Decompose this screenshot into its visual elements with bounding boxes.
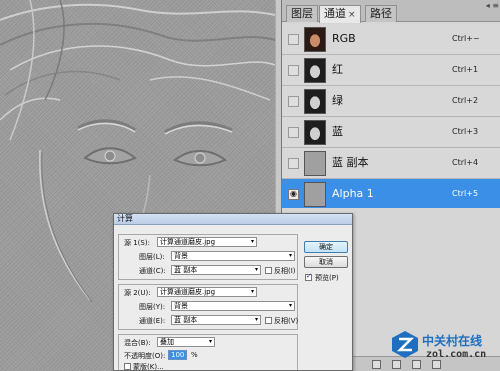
channel-thumbnail xyxy=(304,89,326,114)
preview-label: 预览(P) xyxy=(315,274,339,282)
tab-paths-label: 路径 xyxy=(370,7,392,20)
channel-thumbnail xyxy=(304,120,326,145)
chevron-down-icon: ▾ xyxy=(208,338,212,345)
visibility-toggle[interactable] xyxy=(288,96,299,107)
channel-name: 蓝 xyxy=(332,125,343,138)
source1-file: 计算通道磨皮.jpg xyxy=(160,238,216,246)
channel-name: Alpha 1 xyxy=(332,187,374,200)
source1-select[interactable]: 计算通道磨皮.jpg ▾ xyxy=(157,237,257,247)
source1-layer-label: 图层(L): xyxy=(139,253,165,261)
channel-shortcut: Ctrl+4 xyxy=(452,158,479,167)
source1-layer-select[interactable]: 背景 ▾ xyxy=(171,251,295,261)
source1-invert-checkbox[interactable] xyxy=(265,267,272,274)
channel-name: 绿 xyxy=(332,94,343,107)
visibility-toggle[interactable] xyxy=(288,65,299,76)
blending-select[interactable]: 叠加 ▾ xyxy=(157,337,215,347)
zol-watermark: 中关村在线 zol.com.cn xyxy=(390,327,495,367)
tab-layers-label: 图层 xyxy=(291,7,313,20)
source2-layer-label: 图层(Y): xyxy=(139,303,166,311)
channel-thumbnail xyxy=(304,58,326,83)
panel-tabs: 图层 通道 × 路径 ◂ ≡ xyxy=(282,0,500,23)
channel-shortcut: Ctrl+5 xyxy=(452,189,479,198)
visibility-toggle[interactable]: ◉ xyxy=(288,189,299,200)
panel-menu-icon[interactable]: ◂ ≡ xyxy=(486,1,499,10)
channel-row-blue[interactable]: 蓝 Ctrl+3 xyxy=(282,117,500,148)
blending-label: 混合(B): xyxy=(124,339,151,347)
source2-invert-checkbox[interactable] xyxy=(265,317,272,324)
channel-row-blue-copy[interactable]: 蓝 副本 Ctrl+4 xyxy=(282,148,500,179)
source2-file: 计算通道磨皮.jpg xyxy=(160,288,216,296)
source1-invert-label: 反相(I) xyxy=(274,267,296,275)
channel-name: 红 xyxy=(332,63,343,76)
chevron-down-icon: ▾ xyxy=(288,252,292,259)
channel-shortcut: Ctrl+3 xyxy=(452,127,479,136)
visibility-toggle[interactable] xyxy=(288,34,299,45)
channel-row-alpha-1[interactable]: ◉ Alpha 1 Ctrl+5 xyxy=(282,179,500,210)
channel-row-red[interactable]: 红 Ctrl+1 xyxy=(282,55,500,86)
visibility-toggle[interactable] xyxy=(288,158,299,169)
chevron-down-icon: ▾ xyxy=(288,302,292,309)
channel-name: 蓝 副本 xyxy=(332,156,369,169)
channel-thumbnail xyxy=(304,182,326,207)
source2-label: 源 2(U): xyxy=(124,289,151,297)
tab-channels[interactable]: 通道 × xyxy=(319,5,361,23)
source2-channel-label: 通道(E): xyxy=(139,317,166,325)
channel-name: RGB xyxy=(332,32,356,45)
chevron-down-icon: ▾ xyxy=(250,288,254,295)
mask-checkbox[interactable] xyxy=(124,363,131,370)
visibility-toggle[interactable] xyxy=(288,127,299,138)
opacity-label: 不透明度(O): xyxy=(124,352,166,360)
source2-channel-value: 蓝 副本 xyxy=(174,316,198,324)
source2-layer-value: 背景 xyxy=(174,302,188,310)
channel-shortcut: Ctrl+~ xyxy=(452,34,480,43)
source1-channel-label: 通道(C): xyxy=(139,267,166,275)
source1-group: 源 1(S): 计算通道磨皮.jpg ▾ 图层(L): 背景 ▾ 通道(C): 蓝 … xyxy=(118,234,298,280)
channel-shortcut: Ctrl+1 xyxy=(452,65,479,74)
cancel-button[interactable]: 取消 xyxy=(304,256,348,268)
channel-row-rgb[interactable]: RGB Ctrl+~ xyxy=(282,24,500,55)
source2-channel-select[interactable]: 蓝 副本 ▾ xyxy=(171,315,261,325)
calculations-dialog: 计算 源 1(S): 计算通道磨皮.jpg ▾ 图层(L): 背景 ▾ 通道(C):… xyxy=(113,213,353,371)
source1-channel-value: 蓝 副本 xyxy=(174,266,198,274)
preview-checkbox[interactable] xyxy=(305,272,312,281)
blending-group: 混合(B): 叠加 ▾ 不透明度(O): 100 % 蒙版(K)... xyxy=(118,334,298,371)
source2-invert-label: 反相(V) xyxy=(274,317,299,325)
source2-select[interactable]: 计算通道磨皮.jpg ▾ xyxy=(157,287,257,297)
opacity-input[interactable]: 100 xyxy=(168,350,188,360)
opacity-unit: % xyxy=(191,351,198,359)
close-icon[interactable]: × xyxy=(348,10,356,20)
blending-value: 叠加 xyxy=(160,338,174,346)
source1-label: 源 1(S): xyxy=(124,239,150,247)
tab-layers[interactable]: 图层 xyxy=(286,5,318,22)
source2-layer-select[interactable]: 背景 ▾ xyxy=(171,301,295,311)
chevron-down-icon: ▾ xyxy=(254,316,258,323)
source2-group: 源 2(U): 计算通道磨皮.jpg ▾ 图层(Y): 背景 ▾ 通道(E): 蓝 … xyxy=(118,284,298,330)
channel-row-green[interactable]: 绿 Ctrl+2 xyxy=(282,86,500,117)
zol-logo-icon xyxy=(392,331,418,358)
channel-shortcut: Ctrl+2 xyxy=(452,96,479,105)
eye-icon: ◉ xyxy=(290,189,297,198)
chevron-down-icon: ▾ xyxy=(254,266,258,273)
tab-paths[interactable]: 路径 xyxy=(365,5,397,22)
channel-thumbnail xyxy=(304,151,326,176)
chevron-down-icon: ▾ xyxy=(250,238,254,245)
dialog-title: 计算 xyxy=(114,214,352,225)
source1-channel-select[interactable]: 蓝 副本 ▾ xyxy=(171,265,261,275)
ok-button[interactable]: 确定 xyxy=(304,241,348,253)
load-selection-icon[interactable] xyxy=(372,360,381,369)
mask-label: 蒙版(K)... xyxy=(133,363,164,371)
watermark-name: 中关村在线 xyxy=(422,334,483,348)
watermark-url: zol.com.cn xyxy=(426,349,487,360)
source1-layer-value: 背景 xyxy=(174,252,188,260)
channel-thumbnail xyxy=(304,27,326,52)
tab-channels-label: 通道 xyxy=(324,7,346,20)
